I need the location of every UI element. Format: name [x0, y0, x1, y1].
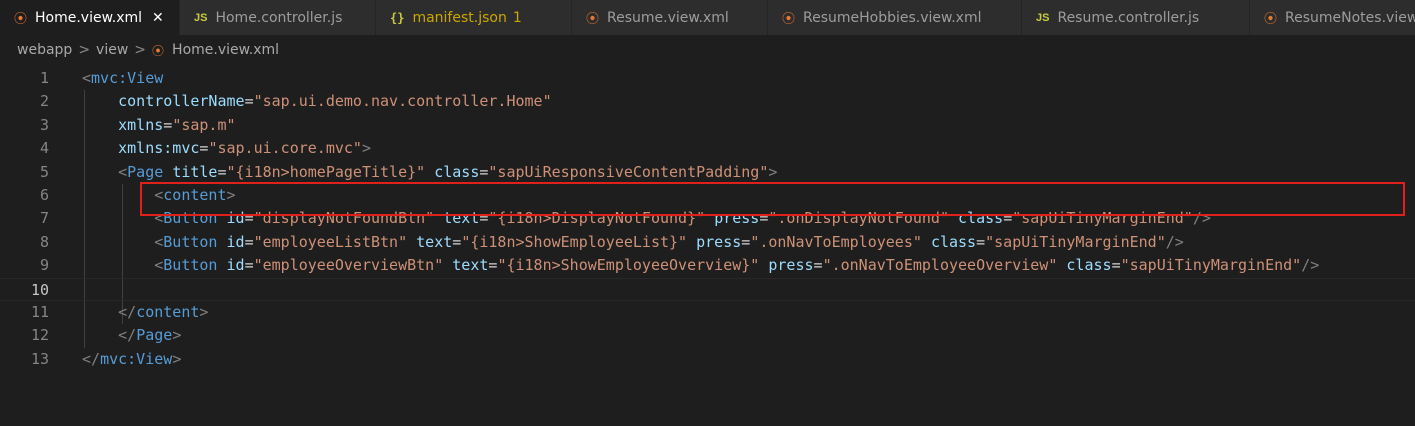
tab-resume-controller-js[interactable]: JS Resume.controller.js [1022, 0, 1250, 35]
chevron-right-icon: > [134, 42, 147, 58]
tab-label: ResumeNotes.view.xml [1285, 9, 1415, 26]
tab-label: Resume.controller.js [1057, 9, 1200, 26]
code-line[interactable]: 11 </content> [0, 301, 1415, 324]
code-text: </Page> [118, 326, 182, 345]
code-text: <content> [154, 186, 236, 204]
code-line[interactable]: 12 </Page> [0, 324, 1415, 347]
code-line[interactable]: 2 controllerName="sap.ui.demo.nav.contro… [0, 90, 1415, 113]
tab-manifest-json[interactable]: {} manifest.json 1 [376, 0, 572, 35]
code-line[interactable]: 5 <Page title="{i18n>homePageTitle}" cla… [0, 161, 1415, 184]
code-text: xmlns="sap.m" [118, 115, 236, 134]
tab-label: Home.view.xml [35, 9, 143, 26]
editor-tab-bar: ⦿ Home.view.xml ✕ JS Home.controller.js {} man… [0, 0, 1415, 35]
code-line[interactable]: 6 <content> [0, 184, 1415, 207]
code-line[interactable]: 10 [0, 277, 1415, 301]
line-number: 10 [30, 280, 49, 299]
line-number: 2 [39, 92, 49, 111]
breadcrumb: webapp > view > ⦿ Home.view.xml [0, 35, 1415, 65]
tab-home-controller-js[interactable]: JS Home.controller.js [180, 0, 376, 35]
breadcrumb-item-file[interactable]: Home.view.xml [172, 42, 279, 58]
code-line[interactable]: 9 <Button id="employeeOverviewBtn" text=… [0, 254, 1415, 277]
problem-count-badge: 1 [512, 9, 522, 26]
json-braces-icon: {} [390, 10, 405, 25]
code-text: <Button id="displayNotFoundBtn" text="{i… [154, 209, 1211, 228]
line-number: 1 [39, 69, 49, 87]
tab-resumenotes-view-xml[interactable]: ⦿ ResumeNotes.view.xml [1250, 0, 1415, 35]
line-number: 7 [39, 209, 49, 228]
code-text: <mvc:View [82, 69, 164, 87]
code-line[interactable]: 13 </mvc:View> [0, 348, 1415, 371]
code-text: </content> [118, 303, 209, 321]
rss-icon: ⦿ [586, 12, 600, 27]
code-line[interactable]: 7 <Button id="displayNotFoundBtn" text="… [0, 207, 1415, 230]
tab-label: Home.controller.js [215, 9, 343, 26]
chevron-right-icon: > [78, 42, 91, 58]
close-icon[interactable]: ✕ [152, 10, 164, 26]
code-text: xmlns:mvc="sap.ui.core.mvc"> [118, 139, 371, 158]
code-text: <Page title="{i18n>homePageTitle}" class… [118, 162, 778, 181]
js-icon: JS [194, 11, 208, 24]
code-text: <Button id="employeeListBtn" text="{i18n… [154, 232, 1184, 251]
line-number: 11 [30, 303, 49, 321]
tab-resume-view-xml[interactable]: ⦿ Resume.view.xml [572, 0, 768, 35]
code-text: <Button id="employeeOverviewBtn" text="{… [154, 256, 1320, 275]
code-text: </mvc:View> [82, 349, 182, 368]
code-line[interactable]: 3 xmlns="sap.m" [0, 114, 1415, 137]
tab-resumehobbies-view-xml[interactable]: ⦿ ResumeHobbies.view.xml [768, 0, 1022, 35]
breadcrumb-item-view[interactable]: view [96, 42, 128, 58]
rss-icon: ⦿ [1264, 12, 1278, 27]
code-text: controllerName="sap.ui.demo.nav.controll… [118, 92, 552, 111]
line-number: 9 [39, 256, 49, 275]
rss-icon: ⦿ [14, 12, 28, 27]
code-line[interactable]: 4 xmlns:mvc="sap.ui.core.mvc"> [0, 137, 1415, 160]
line-number: 4 [39, 139, 49, 158]
line-number: 3 [39, 115, 49, 134]
rss-icon: ⦿ [152, 43, 165, 58]
breadcrumb-item-webapp[interactable]: webapp [17, 42, 72, 58]
line-number: 5 [39, 162, 49, 181]
code-line[interactable]: 1 <mvc:View [0, 67, 1415, 90]
line-number: 12 [30, 326, 49, 345]
code-editor[interactable]: 1 <mvc:View 2 controllerName="sap.ui.demo.… [0, 67, 1415, 426]
line-number: 13 [30, 349, 49, 368]
tab-label: ResumeHobbies.view.xml [803, 9, 982, 26]
tab-label: manifest.json [412, 9, 507, 26]
line-number: 6 [39, 186, 49, 204]
rss-icon: ⦿ [782, 12, 796, 27]
js-icon: JS [1036, 11, 1050, 24]
tab-home-view-xml[interactable]: ⦿ Home.view.xml ✕ [0, 0, 180, 35]
tab-label: Resume.view.xml [607, 9, 729, 26]
code-line[interactable]: 8 <Button id="employeeListBtn" text="{i1… [0, 231, 1415, 254]
line-number: 8 [39, 232, 49, 251]
